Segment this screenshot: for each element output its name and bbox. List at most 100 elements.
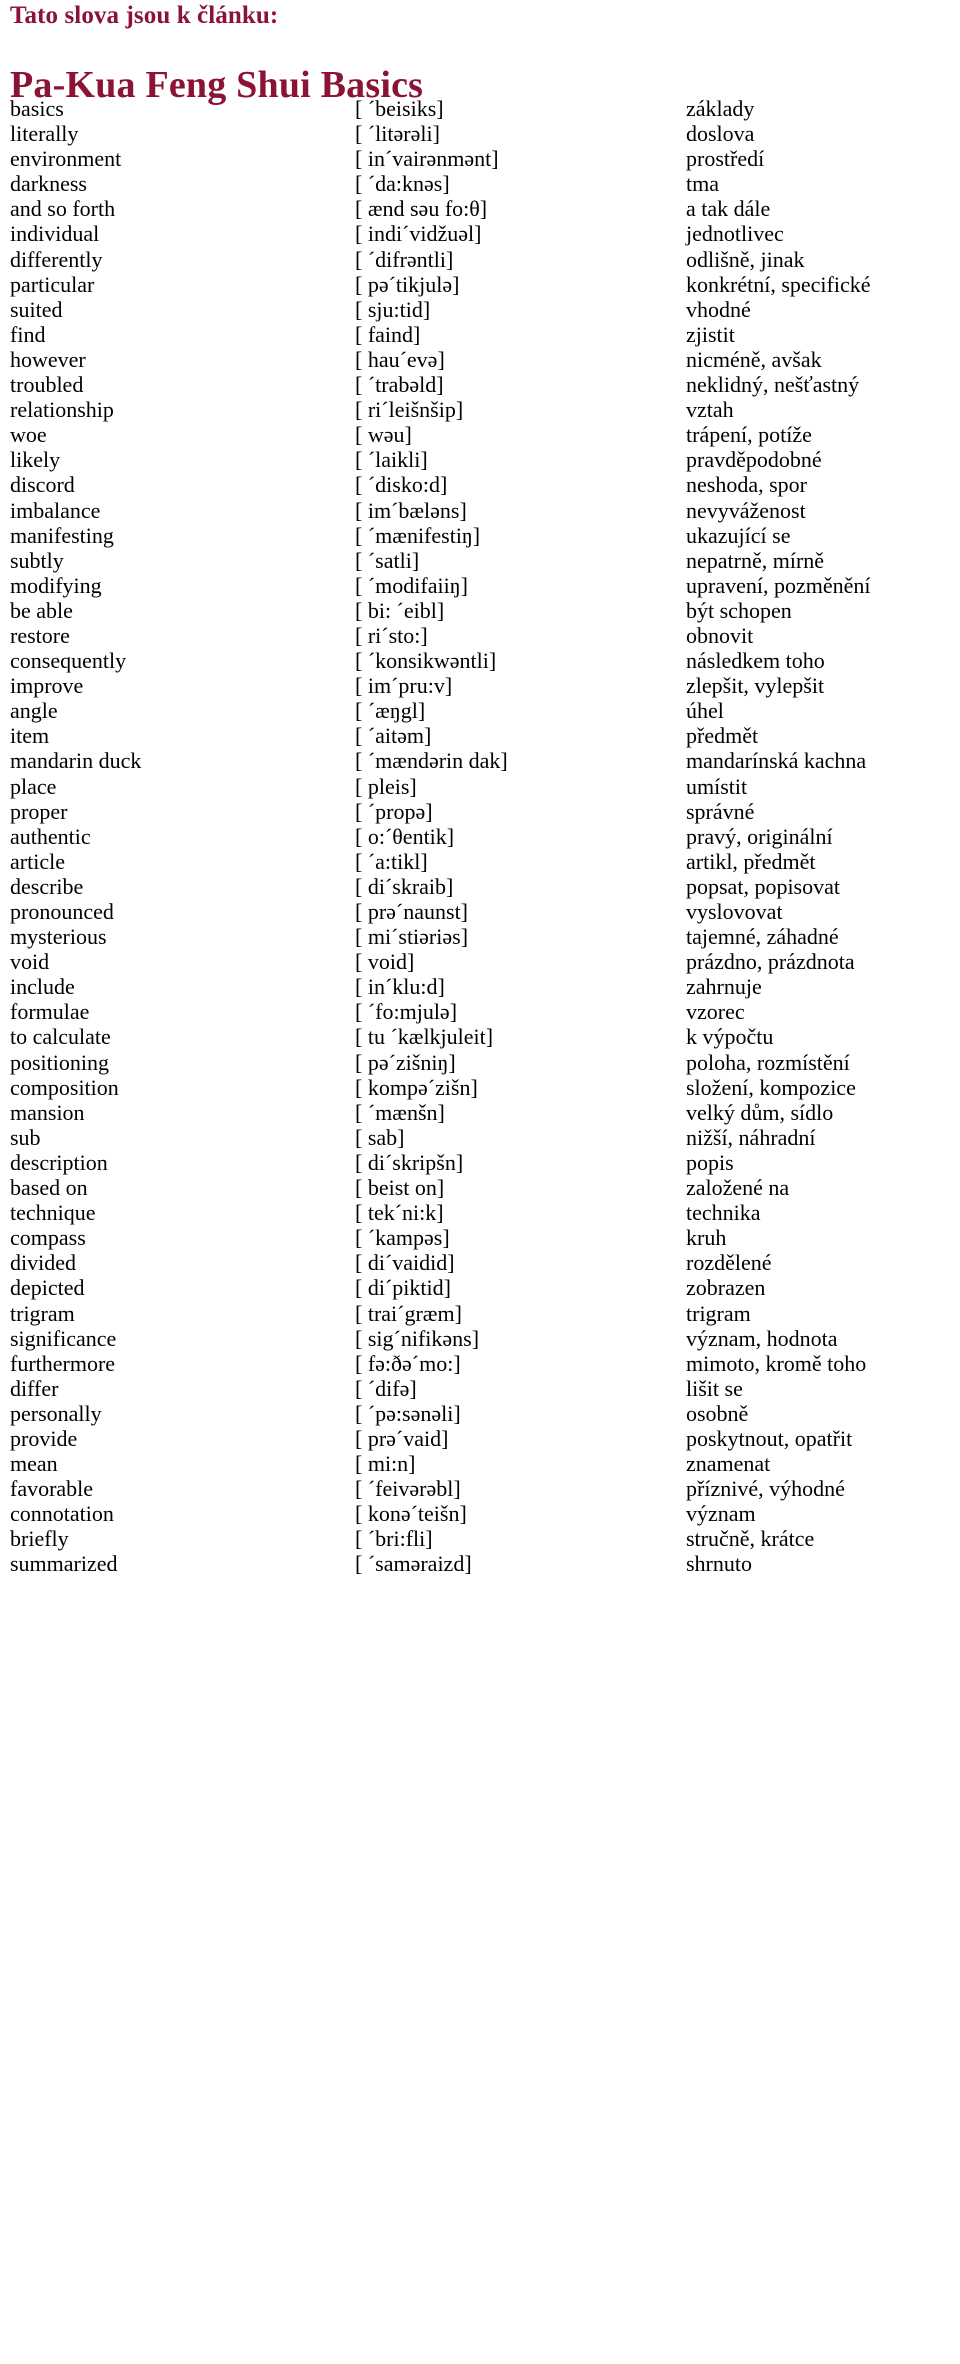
- vocabulary-row: find [ faind] zjistit: [0, 322, 960, 347]
- vocabulary-term: be able: [10, 597, 73, 623]
- vocabulary-phonetic: [ ˊtrabəld]: [355, 372, 444, 398]
- vocabulary-translation: nepatrně, mírně: [686, 547, 825, 573]
- vocabulary-term: pronounced: [10, 899, 114, 924]
- vocabulary-translation: shrnuto: [686, 1551, 752, 1577]
- vocabulary-row: to calculate [ tu ˊkælkjuleit] k výpočtu: [0, 1024, 960, 1049]
- vocabulary-row: mansion [ ˊmænšn] velký dům, sídlo: [0, 1100, 960, 1125]
- vocabulary-term: include: [10, 974, 75, 1000]
- vocabulary-row: mean [ mi:n] znamenat: [0, 1451, 960, 1476]
- vocabulary-translation: ukazující se: [686, 522, 791, 548]
- vocabulary-translation: poskytnout, opatřit: [686, 1425, 853, 1451]
- vocabulary-translation: obnovit: [686, 622, 754, 648]
- vocabulary-row: suited [ sju:tid] vhodné: [0, 297, 960, 322]
- vocabulary-row: imbalance [ imˊbæləns] nevyváženost: [0, 498, 960, 523]
- vocabulary-term: to calculate: [10, 1024, 111, 1050]
- vocabulary-term: mansion: [10, 1099, 85, 1125]
- vocabulary-row: modifying [ ˊmodifaiiŋ] upravení, pozměněn…: [0, 573, 960, 598]
- vocabulary-term: void: [10, 949, 50, 975]
- vocabulary-term: mysterious: [10, 924, 107, 950]
- vocabulary-row: darkness [ ˊda:knəs] tma: [0, 171, 960, 196]
- vocabulary-row: improve [ imˊpru:v] zlepšit, vylepšit: [0, 673, 960, 698]
- vocabulary-translation: kruh: [686, 1225, 727, 1251]
- vocabulary-phonetic: [ ˊmænšn]: [355, 1099, 445, 1125]
- vocabulary-translation: osobně: [686, 1400, 749, 1426]
- vocabulary-term: environment: [10, 146, 122, 172]
- vocabulary-phonetic: [ tekˊni:k]: [355, 1200, 444, 1226]
- vocabulary-term: authentic: [10, 823, 91, 849]
- vocabulary-phonetic: [ riˊleišnšip]: [355, 397, 464, 423]
- vocabulary-term: sub: [10, 1124, 41, 1150]
- vocabulary-row: particular [ pəˊtikjulə] konkrétní, specif…: [0, 272, 960, 297]
- vocabulary-phonetic: [ bi: ˊeibl]: [355, 597, 445, 623]
- vocabulary-term: description: [10, 1149, 108, 1175]
- vocabulary-row: woe [ wəu] trápení, potíže: [0, 422, 960, 447]
- vocabulary-term: trigram: [10, 1300, 75, 1326]
- vocabulary-translation: neklidný, nešťastný: [686, 372, 860, 398]
- vocabulary-phonetic: [ indiˊvidžuəl]: [355, 221, 482, 247]
- vocabulary-translation: umístit: [686, 773, 748, 799]
- vocabulary-translation: vzorec: [686, 999, 745, 1025]
- vocabulary-translation: předmět: [686, 723, 759, 749]
- vocabulary-phonetic: [ prəˊvaid]: [355, 1425, 449, 1451]
- vocabulary-phonetic: [ kompəˊzišn]: [355, 1074, 478, 1100]
- vocabulary-term: find: [10, 321, 46, 347]
- vocabulary-term: proper: [10, 798, 68, 824]
- vocabulary-term: imbalance: [10, 497, 101, 523]
- vocabulary-translation: pravděpodobné: [686, 447, 822, 473]
- vocabulary-term: mean: [10, 1451, 58, 1477]
- vocabulary-term: summarized: [10, 1551, 118, 1577]
- vocabulary-translation: zobrazen: [686, 1275, 766, 1301]
- vocabulary-phonetic: [ ˊdifrəntli]: [355, 246, 454, 272]
- vocabulary-translation: poloha, rozmístění: [686, 1049, 850, 1075]
- vocabulary-translation: a tak dále: [686, 196, 771, 222]
- vocabulary-phonetic: [ fə:ðəˊmo:]: [355, 1350, 461, 1376]
- vocabulary-term: basics: [10, 96, 64, 121]
- vocabulary-term: formulae: [10, 999, 90, 1025]
- vocabulary-term: improve: [10, 673, 84, 699]
- vocabulary-translation: nicméně, avšak: [686, 346, 822, 372]
- vocabulary-phonetic: [ ˊkampəs]: [355, 1225, 450, 1251]
- vocabulary-list: basics [ ˊbeisiks] základy literally [ ˊlitə…: [0, 96, 960, 1577]
- vocabulary-translation: vyslovovat: [686, 899, 783, 924]
- vocabulary-phonetic: [ ˊbri:fli]: [355, 1526, 433, 1552]
- vocabulary-phonetic: [ wəu]: [355, 422, 412, 448]
- vocabulary-row: manifesting [ ˊmænifestiŋ] ukazující se: [0, 523, 960, 548]
- vocabulary-phonetic: [ ˊa:tikl]: [355, 848, 428, 874]
- vocabulary-translation: prázdno, prázdnota: [686, 949, 855, 975]
- vocabulary-row: differ [ ˊdifə] lišit se: [0, 1376, 960, 1401]
- vocabulary-phonetic: [ pəˊzišniŋ]: [355, 1049, 456, 1075]
- vocabulary-row: article [ ˊa:tikl] artikl, předmět: [0, 849, 960, 874]
- vocabulary-phonetic: [ imˊpru:v]: [355, 673, 453, 699]
- vocabulary-translation: zlepšit, vylepšit: [686, 673, 825, 699]
- vocabulary-phonetic: [ pəˊtikjulə]: [355, 271, 460, 297]
- vocabulary-translation: neshoda, spor: [686, 472, 807, 498]
- vocabulary-row: favorable [ ˊfeivərəbl] příznivé, výhodné: [0, 1476, 960, 1501]
- vocabulary-phonetic: [ sigˊnifikəns]: [355, 1325, 480, 1351]
- vocabulary-phonetic: [ ˊmændərin dak]: [355, 748, 508, 774]
- vocabulary-term: based on: [10, 1175, 88, 1201]
- vocabulary-phonetic: [ traiˊgræm]: [355, 1300, 462, 1326]
- vocabulary-translation: k výpočtu: [686, 1024, 774, 1050]
- vocabulary-phonetic: [ sju:tid]: [355, 296, 431, 322]
- vocabulary-term: provide: [10, 1425, 78, 1451]
- vocabulary-term: mandarin duck: [10, 748, 142, 774]
- vocabulary-translation: správné: [686, 798, 755, 824]
- vocabulary-phonetic: [ miˊstiəriəs]: [355, 924, 469, 950]
- vocabulary-translation: pravý, originální: [686, 823, 833, 849]
- vocabulary-translation: artikl, předmět: [686, 848, 816, 874]
- vocabulary-phonetic: [ diˊskripšn]: [355, 1149, 464, 1175]
- vocabulary-translation: zahrnuje: [686, 974, 762, 1000]
- vocabulary-term: differ: [10, 1375, 59, 1401]
- vocabulary-phonetic: [ diˊpiktid]: [355, 1275, 451, 1301]
- vocabulary-translation: popsat, popisovat: [686, 873, 840, 899]
- vocabulary-phonetic: [ ˊfeivərəbl]: [355, 1476, 461, 1502]
- vocabulary-phonetic: [ ˊsaməraizd]: [355, 1551, 472, 1577]
- vocabulary-row: compass [ ˊkampəs] kruh: [0, 1225, 960, 1250]
- vocabulary-row: likely [ ˊlaikli] pravděpodobné: [0, 447, 960, 472]
- vocabulary-row: basics [ ˊbeisiks] základy: [0, 96, 960, 121]
- vocabulary-row: and so forth [ ænd səu fo:θ] a tak dále: [0, 196, 960, 221]
- vocabulary-translation: nižší, náhradní: [686, 1124, 816, 1150]
- vocabulary-phonetic: [ ˊmodifaiiŋ]: [355, 572, 468, 598]
- vocabulary-term: and so forth: [10, 196, 116, 222]
- vocabulary-translation: stručně, krátce: [686, 1526, 815, 1552]
